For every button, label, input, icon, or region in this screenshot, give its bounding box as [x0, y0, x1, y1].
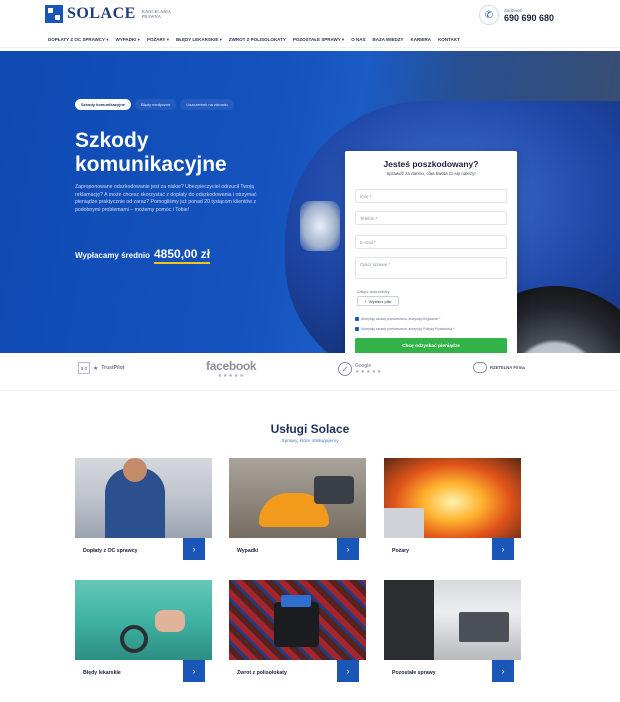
main-nav: DOPŁATY Z OC SPRAWCY ▾ WYPADKI ▾ POŻARY …: [0, 32, 620, 48]
nav-item-wypadki[interactable]: WYPADKI ▾: [116, 37, 140, 43]
claim-form: Jesteś poszkodowany? Sprawdź za darmo, c…: [345, 151, 517, 353]
choose-files-button[interactable]: + Wybierz pliki: [357, 296, 399, 306]
consent-privacy-label: Akceptuję zasady przetwarzania, akceptuj…: [361, 327, 455, 331]
nav-item-doplaty[interactable]: DOPŁATY Z OC SPRAWCY ▾: [48, 37, 109, 43]
service-card-pozary[interactable]: Pożary ›: [384, 458, 521, 580]
service-label: Błędy lekarskie: [83, 670, 121, 676]
trustpilot-badge[interactable]: 5.0 ★ TrustPilot: [78, 362, 124, 374]
services-section: Usługi Solace Sprawy, które obsługujemy …: [0, 391, 620, 702]
hero-title: Szkody komunikacyjne: [75, 129, 275, 177]
trust-badges: 5.0 ★ TrustPilot facebook ★★★★★ ✓ Google…: [0, 353, 620, 391]
rzetelna-firma-name: RZETELNA Firma: [490, 365, 525, 370]
logo-mark-icon: [45, 5, 63, 23]
chevron-right-icon[interactable]: ›: [337, 538, 359, 560]
consent-terms-checkbox[interactable]: [355, 317, 359, 321]
tab-uszczerbek-na-zdrowiu[interactable]: Uszczerbek na zdrowiu: [180, 99, 234, 110]
chevron-right-icon[interactable]: ›: [183, 660, 205, 682]
nav-item-zwrot-z-polisolokaty[interactable]: ZWROT Z POLISOLOKATY: [229, 37, 286, 43]
nav-item-kariera[interactable]: KARIERA: [411, 37, 432, 43]
service-card-doplaty[interactable]: Dopłaty z OC sprawcy ›: [75, 458, 212, 580]
logo-text: SOLACE: [67, 5, 136, 22]
form-title: Jesteś poszkodowany?: [383, 159, 479, 169]
service-image-fire: [384, 458, 521, 538]
check-icon: ✓: [338, 362, 352, 376]
hero-car-headlight: [300, 201, 340, 251]
logo-subtitle-line-2: PRAWNA: [141, 14, 161, 19]
hero-title-line-2: komunikacyjne: [75, 153, 227, 176]
logo[interactable]: SOLACE KANCELARIA PRAWNA: [45, 5, 171, 23]
service-card-wypadki[interactable]: Wypadki ›: [229, 458, 366, 580]
email-field[interactable]: E-mail *: [355, 235, 507, 249]
service-card-pozostale-sprawy[interactable]: Pozostałe sprawy ›: [384, 580, 521, 702]
rzetelna-firma-badge[interactable]: RZETELNA Firma: [473, 362, 525, 373]
hero-title-line-1: Szkody: [75, 129, 149, 152]
nav-item-bledy-lekarskie[interactable]: BŁĘDY LEKARSKIE ▾: [176, 37, 222, 43]
average-payout-label: Wypłacamy średnio: [75, 251, 150, 260]
service-card-zwrot-z-polisolokaty[interactable]: Zwrot z polisolokaty ›: [229, 580, 366, 702]
phone-contact[interactable]: ✆ Zadzwoń 690 690 680: [478, 5, 554, 25]
phone-icon[interactable]: ✆: [478, 5, 499, 25]
site-header: SOLACE KANCELARIA PRAWNA ✆ Zadzwoń 690 6…: [0, 0, 620, 30]
facebook-badge[interactable]: facebook ★★★★★: [206, 359, 257, 379]
nav-item-pozary[interactable]: POŻARY ▾: [147, 37, 169, 43]
submit-button[interactable]: Chcę odzyskać pieniądze: [355, 338, 507, 353]
service-image-helmet: [229, 458, 366, 538]
trustpilot-star-icon: ★: [93, 365, 99, 372]
service-image-wallet: [229, 580, 366, 660]
hero-average-payout: Wypłacamy średnio 4850,00 zł: [75, 247, 211, 264]
google-badge[interactable]: ✓ Google ★★★★★: [338, 362, 382, 376]
chevron-right-icon[interactable]: ›: [492, 538, 514, 560]
service-image-medic: [75, 580, 212, 660]
service-label: Dopłaty z OC sprawcy: [83, 548, 138, 554]
facebook-stars: ★★★★★: [217, 373, 245, 379]
service-label: Wypadki: [237, 548, 259, 554]
hero-tabs: Szkody komunikacyjne Błędy medyczne Uszc…: [75, 99, 234, 110]
tab-bledy-medyczne[interactable]: Błędy medyczne: [135, 99, 177, 110]
service-image-laptop: [384, 580, 521, 660]
trustpilot-score: 5.0: [78, 362, 90, 374]
logo-subtitle: KANCELARIA PRAWNA: [142, 9, 171, 19]
rzetelna-firma-icon: [473, 362, 487, 373]
facebook-logo: facebook: [206, 359, 257, 373]
service-card-bledy-lekarskie[interactable]: Błędy lekarskie ›: [75, 580, 212, 702]
service-label: Pożary: [392, 548, 410, 554]
service-label: Zwrot z polisolokaty: [237, 670, 287, 676]
average-payout-amount: 4850,00 zł: [154, 247, 211, 264]
description-field[interactable]: Opisz sprawę *: [355, 257, 507, 279]
chevron-right-icon[interactable]: ›: [183, 538, 205, 560]
trustpilot-name: TrustPilot: [101, 365, 125, 371]
chevron-right-icon[interactable]: ›: [492, 660, 514, 682]
services-title: Usługi Solace: [270, 422, 350, 436]
hero-section: Szkody komunikacyjne Błędy medyczne Uszc…: [0, 51, 620, 353]
google-stars: ★★★★★: [355, 369, 383, 375]
phone-number[interactable]: 690 690 680: [504, 13, 554, 23]
phone-field[interactable]: Telefon *: [355, 211, 507, 225]
hero-description: Zaproponowane odszkodowanie jest za nisk…: [75, 184, 257, 213]
consent-terms[interactable]: Akceptuję zasady przetwarzania, akceptuj…: [355, 317, 440, 321]
nav-item-baza-wiedzy[interactable]: BAZA WIEDZY: [372, 37, 403, 43]
service-image-mechanic: [75, 458, 212, 538]
nav-item-o-nas[interactable]: O NAS: [351, 37, 365, 43]
form-subtitle: Sprawdź za darmo, claa kwota Ci się nale…: [386, 171, 476, 176]
tab-szkody-komunikacyjne[interactable]: Szkody komunikacyjne: [75, 99, 132, 110]
chevron-right-icon[interactable]: ›: [337, 660, 359, 682]
consent-privacy[interactable]: Akceptuję zasady przetwarzania, akceptuj…: [355, 327, 454, 331]
choose-files-label: Wybierz pliki: [368, 298, 392, 304]
nav-item-pozostale-sprawy[interactable]: POZOSTAŁE SPRAWY ▾: [293, 37, 344, 43]
service-label: Pozostałe sprawy: [392, 670, 436, 676]
upload-icon: +: [364, 298, 367, 304]
services-subtitle: Sprawy, które obsługujemy: [281, 439, 339, 444]
consent-terms-label: Akceptuję zasady przetwarzania, akceptuj…: [361, 317, 441, 321]
attach-label: Załącz dokumenty: [357, 289, 390, 294]
nav-item-kontakt[interactable]: KONTAKT: [438, 37, 460, 43]
consent-privacy-checkbox[interactable]: [355, 327, 359, 331]
name-field[interactable]: Imię *: [355, 189, 507, 203]
